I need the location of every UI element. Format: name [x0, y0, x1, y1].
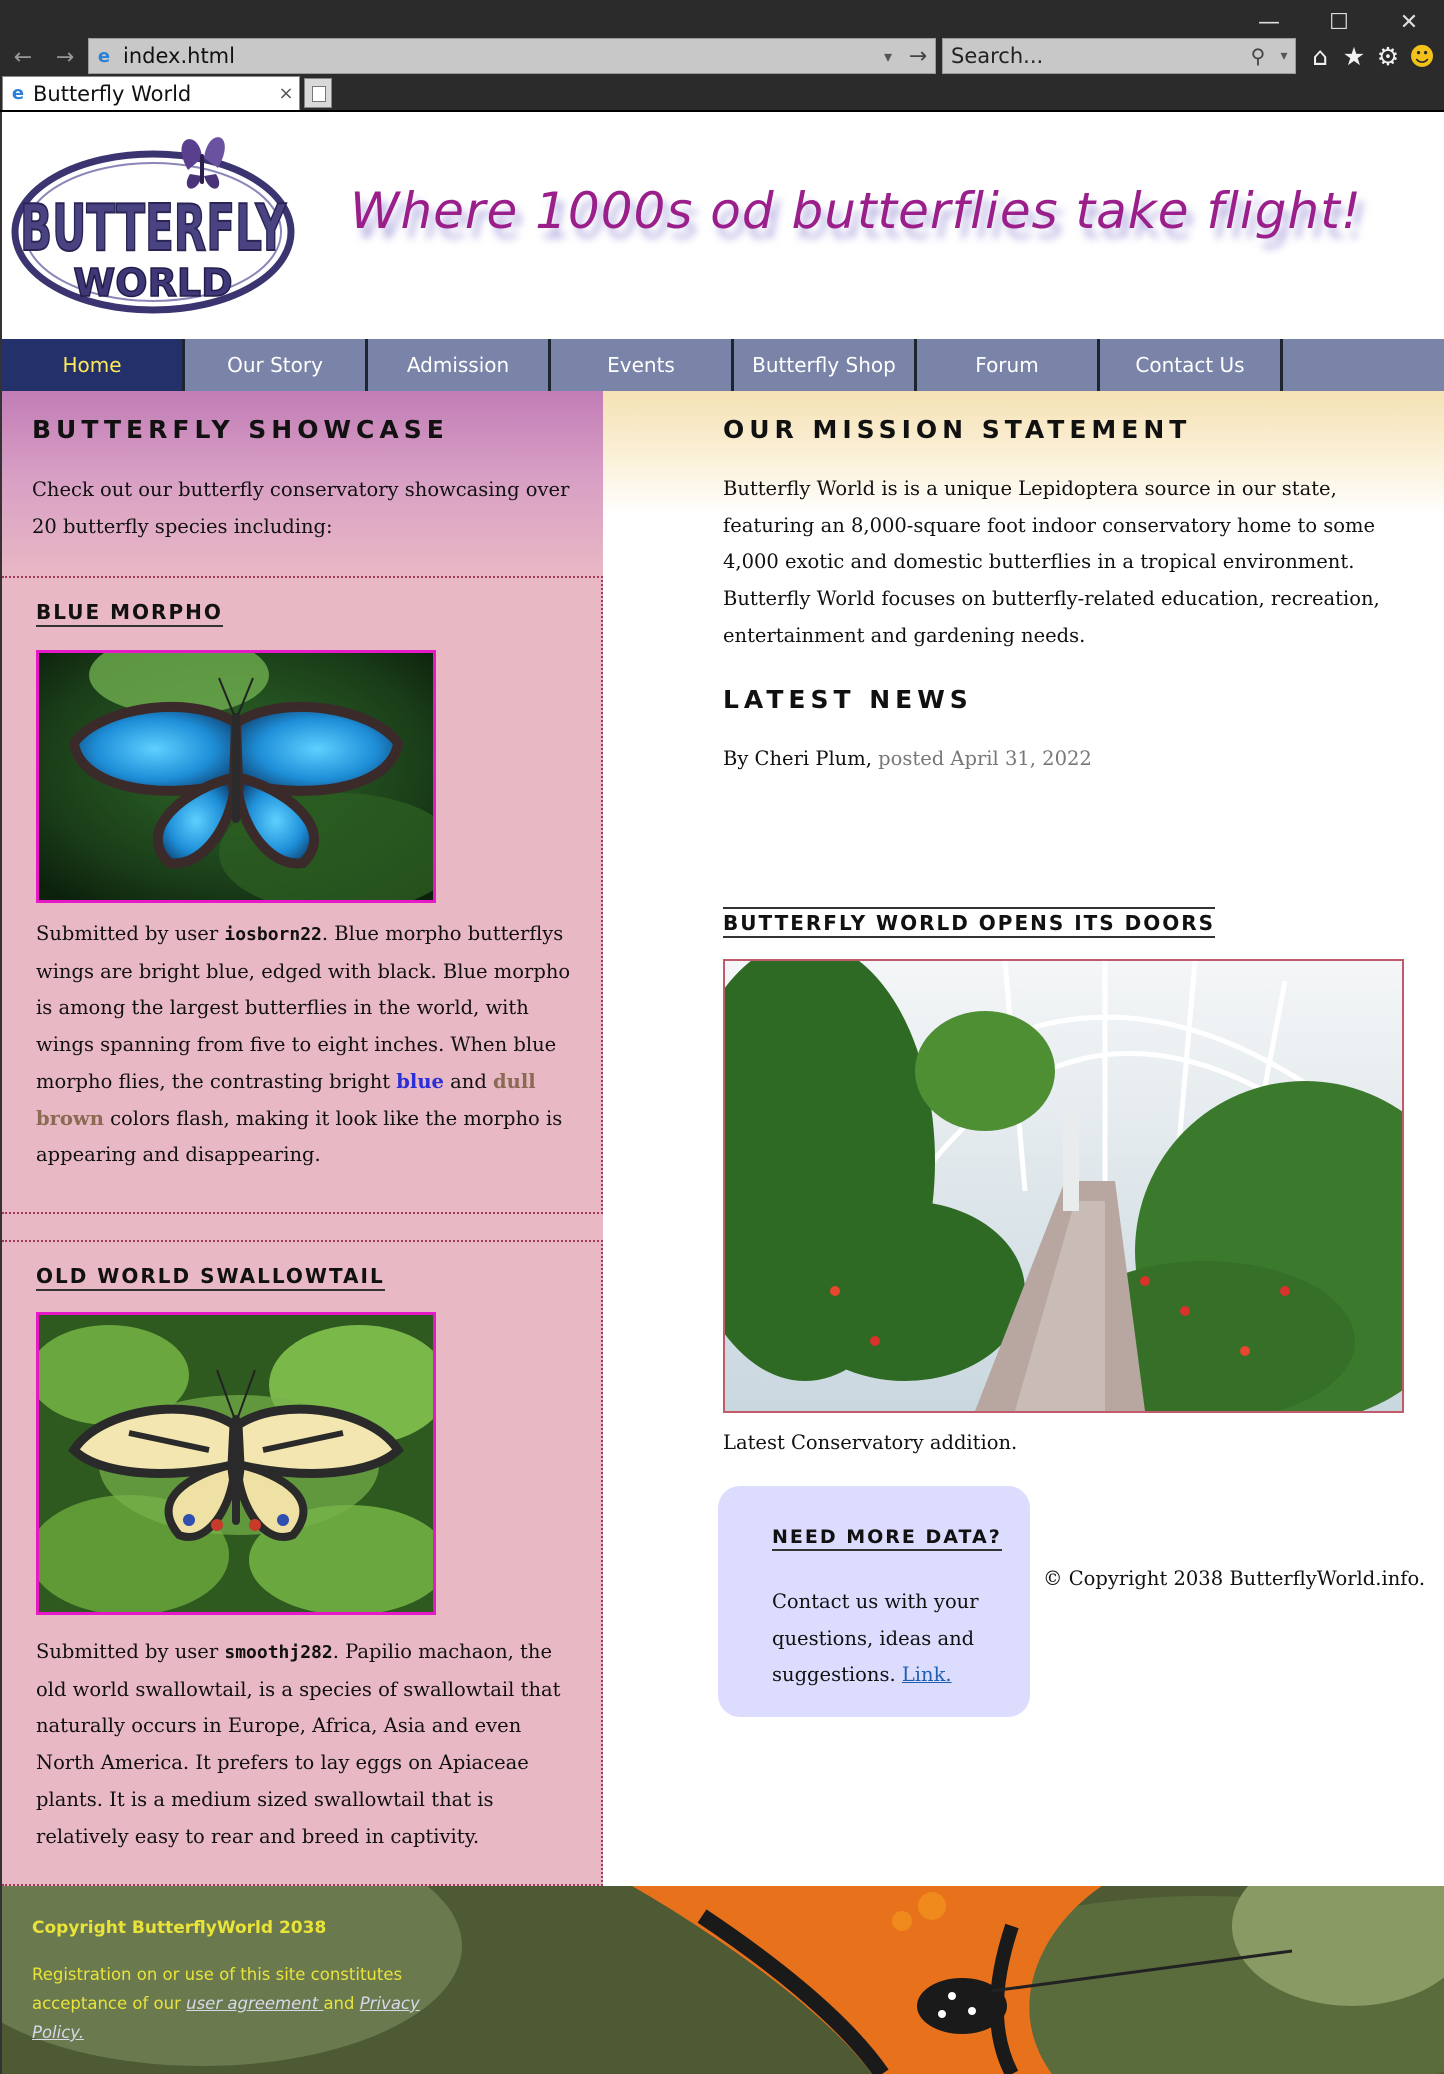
description-text: . Papilio machaon, the old world swallow… — [36, 1640, 561, 1848]
search-icon[interactable]: ⚲ — [1243, 44, 1273, 68]
card-description: Submitted by user iosborn22. Blue morpho… — [36, 916, 576, 1174]
svg-text:WORLD: WORLD — [73, 261, 232, 305]
main-content: OUR MISSION STATEMENT Butterfly World is… — [603, 391, 1444, 1886]
new-tab-button[interactable] — [304, 78, 332, 108]
nav-butterfly-shop[interactable]: Butterfly Shop — [734, 339, 917, 391]
browser-chrome: — ☐ ✕ ← → e index.html ▾ → Search... ⚲ ▾… — [0, 0, 1444, 112]
blue-morpho-image — [36, 650, 436, 903]
go-arrow-icon[interactable]: → — [901, 44, 935, 69]
ie-tab-icon: e — [11, 83, 25, 104]
tab-close-icon[interactable]: × — [273, 83, 299, 104]
close-window-button[interactable]: ✕ — [1374, 4, 1444, 40]
maximize-button[interactable]: ☐ — [1304, 4, 1374, 40]
window-controls: — ☐ ✕ — [1234, 4, 1444, 40]
nav-forum[interactable]: Forum — [917, 339, 1100, 391]
star-icon[interactable]: ★ — [1340, 41, 1368, 71]
nav-contact-us[interactable]: Contact Us — [1100, 339, 1283, 391]
ie-page-icon: e — [97, 45, 111, 67]
toolbar-icons: ⌂ ★ ⚙ ☻ — [1306, 38, 1436, 74]
swallowtail-image — [36, 1312, 436, 1615]
submitted-by-label: Submitted by user — [36, 922, 225, 945]
nav-our-story[interactable]: Our Story — [185, 339, 368, 391]
footer-registration: Registration on or use of this site cons… — [32, 1960, 432, 2047]
address-text[interactable]: index.html — [119, 44, 875, 68]
card-description: Submitted by user smoothj282. Papilio ma… — [36, 1634, 576, 1855]
data-card-text: Contact us with your questions, ideas an… — [772, 1584, 1012, 1694]
showcase-intro: BUTTERFLY SHOWCASE Check out our butterf… — [2, 391, 603, 576]
description-part-a: . Blue morpho butterflys wings are brigh… — [36, 922, 571, 1093]
site-header: BUTTERFLY WORLD Where 1000s od butterfli… — [2, 112, 1444, 339]
back-button[interactable]: ← — [6, 40, 40, 74]
username: iosborn22 — [224, 924, 322, 945]
home-icon[interactable]: ⌂ — [1306, 41, 1334, 71]
showcase-heading: BUTTERFLY SHOWCASE — [32, 415, 449, 444]
submitted-by-label: Submitted by user — [36, 1640, 225, 1663]
site-tagline: Where 1000s od butterflies take flight! — [350, 182, 1362, 240]
image-caption: Latest Conservatory addition. — [723, 1431, 1018, 1454]
showcase-intro-text: Check out our butterfly conservatory sho… — [32, 478, 570, 538]
card-heading: OLD WORLD SWALLOWTAIL — [36, 1264, 385, 1291]
inline-copyright: © Copyright 2038 ButterflyWorld.info. — [1043, 1567, 1426, 1590]
svg-text:BUTTERFLY: BUTTERFLY — [20, 192, 286, 266]
tab-title: Butterfly World — [33, 81, 192, 106]
smiley-icon[interactable]: ☻ — [1408, 41, 1436, 71]
card-heading: BLUE MORPHO — [36, 600, 223, 627]
user-agreement-link[interactable]: user agreement — [186, 1994, 323, 2013]
gear-icon[interactable]: ⚙ — [1374, 41, 1402, 71]
footer-and: and — [323, 1994, 360, 2013]
description-part-c: colors flash, making it look like the mo… — [36, 1106, 563, 1167]
news-author: By Cheri Plum, — [723, 747, 879, 770]
mission-text: Butterfly World is is a unique Lepidopte… — [723, 477, 1380, 647]
search-input[interactable]: Search... — [943, 44, 1243, 68]
footer-copyright: Copyright ButterflyWorld 2038 — [32, 1918, 327, 1938]
forward-button[interactable]: → — [48, 40, 82, 74]
forward-arrow-icon: → — [55, 44, 75, 70]
address-dropdown-icon[interactable]: ▾ — [875, 47, 901, 66]
news-heading: LATEST NEWS — [723, 685, 973, 714]
minimize-button[interactable]: — — [1234, 4, 1304, 40]
need-more-data-card: NEED MORE DATA? Contact us with your que… — [718, 1486, 1030, 1717]
showcase-column: BUTTERFLY SHOWCASE Check out our butterf… — [2, 391, 603, 1886]
blue-word: blue — [396, 1069, 444, 1093]
nav-admission[interactable]: Admission — [368, 339, 551, 391]
site-footer: Copyright ButterflyWorld 2038 Registrati… — [2, 1886, 1444, 2074]
data-card-heading: NEED MORE DATA? — [772, 1526, 1002, 1551]
main-nav: Home Our Story Admission Events Butterfl… — [2, 339, 1444, 391]
search-box[interactable]: Search... ⚲ ▾ — [942, 38, 1296, 74]
description-part-b: and — [443, 1069, 494, 1093]
butterfly-world-logo[interactable]: BUTTERFLY WORLD — [10, 122, 296, 322]
nav-events[interactable]: Events — [551, 339, 734, 391]
news-date: posted April 31, 2022 — [878, 747, 1092, 770]
article-heading: BUTTERFLY WORLD OPENS ITS DOORS — [723, 907, 1216, 938]
news-byline: By Cheri Plum, posted April 31, 2022 — [723, 741, 1423, 778]
butterfly-card-old-world-swallowtail: OLD WORLD SWALLOWTAIL Submitted by user … — [2, 1240, 603, 1886]
nav-home[interactable]: Home — [2, 339, 185, 391]
username: smoothj282 — [224, 1642, 333, 1663]
contact-link[interactable]: Link. — [902, 1663, 952, 1686]
address-bar[interactable]: e index.html ▾ → — [88, 38, 936, 74]
conservatory-image — [723, 959, 1404, 1413]
butterfly-card-blue-morpho: BLUE MORPHO Submitted by user iosborn22.… — [2, 576, 603, 1214]
back-arrow-icon: ← — [13, 44, 33, 70]
web-page: BUTTERFLY WORLD Where 1000s od butterfli… — [0, 112, 1444, 2074]
mission-heading: OUR MISSION STATEMENT — [723, 415, 1192, 444]
browser-tab[interactable]: e Butterfly World × — [2, 76, 300, 110]
search-dropdown-icon[interactable]: ▾ — [1273, 48, 1295, 64]
